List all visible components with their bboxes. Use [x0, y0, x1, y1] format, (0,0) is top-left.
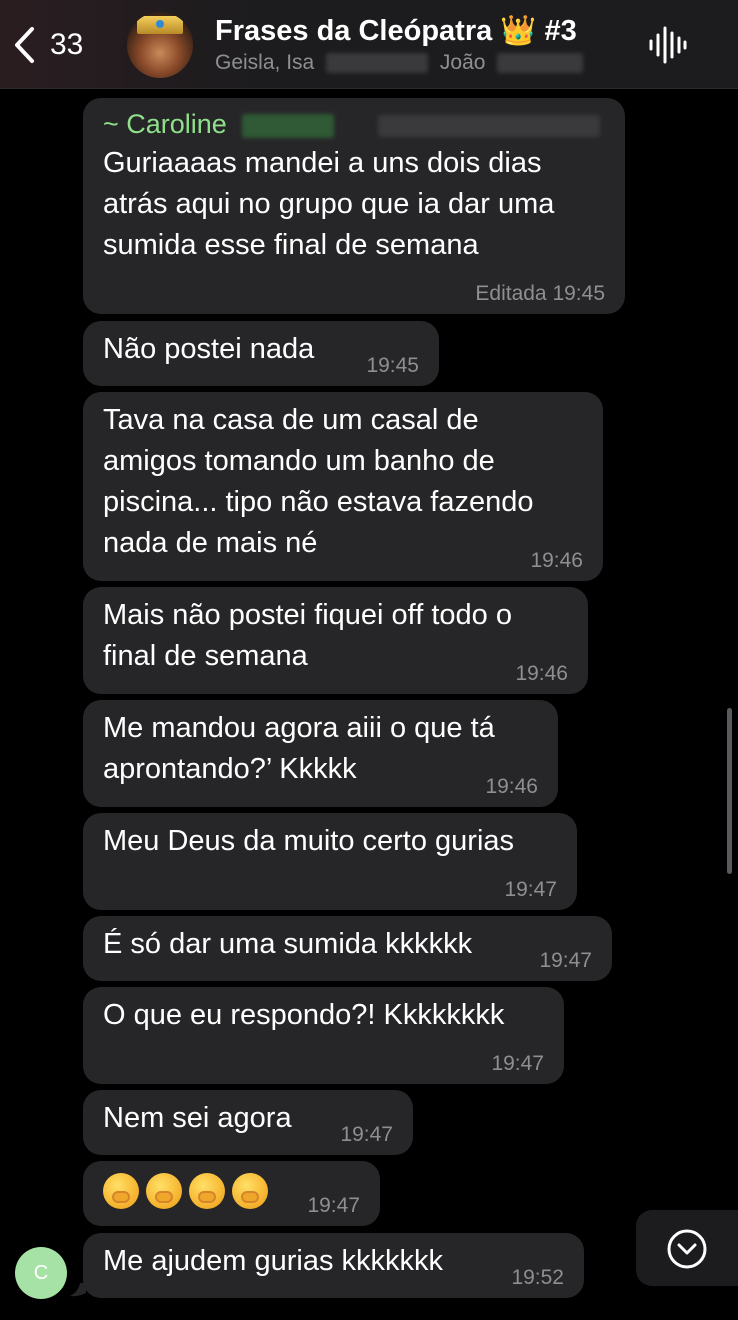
- message-bubble[interactable]: ~ Caroline Guriaaaas mandei a uns dois d…: [83, 98, 625, 314]
- message-text: Tava na casa de um casal de amigos toman…: [103, 404, 534, 559]
- message-time: 19:46: [530, 549, 583, 572]
- redacted-name: [497, 53, 584, 74]
- message-bubble[interactable]: O que eu respondo?! Kkkkkkkk 19:47: [83, 987, 564, 1084]
- message-text: Guriaaaas mandei a uns dois dias atrás a…: [103, 147, 555, 261]
- message-time: 19:47: [491, 1052, 544, 1075]
- message-text: Me mandou agora aiii o que tá aprontando…: [103, 712, 495, 785]
- chevron-left-icon: [12, 25, 36, 65]
- member-name: João: [439, 51, 486, 74]
- chat-header: 33 Frases da Cleópatra 👑 #3 Geisla, Isa …: [0, 0, 738, 89]
- bubble-tail: [70, 1283, 86, 1297]
- waveform-icon: [648, 26, 688, 70]
- message-bubble[interactable]: Mais não postei fiquei off todo o final …: [83, 587, 588, 694]
- message-bubble[interactable]: Meu Deus da muito certo gurias 19:47: [83, 813, 577, 910]
- hand-over-mouth-face-icon: [146, 1173, 182, 1209]
- voice-chat-button[interactable]: [648, 24, 688, 66]
- hand-over-mouth-face-icon: [189, 1173, 225, 1209]
- gem-shape: [156, 20, 164, 28]
- scroll-to-bottom-button[interactable]: [636, 1210, 738, 1286]
- scrollbar[interactable]: [727, 708, 732, 874]
- message-text: Meu Deus da muito certo gurias: [103, 825, 515, 857]
- message-time: 19:47: [340, 1123, 393, 1146]
- message-text: Nem sei agora: [103, 1102, 292, 1134]
- message-time: 19:47: [307, 1194, 360, 1217]
- message-time: 19:45: [366, 354, 419, 377]
- message-time: 19:46: [485, 775, 538, 798]
- group-title[interactable]: Frases da Cleópatra 👑 #3: [215, 14, 577, 48]
- message-text: O que eu respondo?! Kkkkkkkk: [103, 999, 505, 1031]
- back-button[interactable]: 33: [12, 20, 83, 70]
- redacted-name: [326, 53, 429, 74]
- message-time: 19:47: [539, 949, 592, 972]
- message-time: 19:46: [515, 662, 568, 685]
- message-time: 19:47: [504, 878, 557, 901]
- message-text: Mais não postei fiquei off todo o final …: [103, 599, 512, 672]
- redacted-surname: [242, 113, 335, 138]
- message-bubble[interactable]: É só dar uma sumida kkkkkk 19:47: [83, 916, 612, 981]
- message-time: 19:52: [511, 1266, 564, 1289]
- emoji-row: [103, 1173, 268, 1209]
- message-bubble[interactable]: Tava na casa de um casal de amigos toman…: [83, 392, 603, 581]
- message-text: Não postei nada: [103, 333, 315, 365]
- message-time: Editada 19:45: [475, 282, 605, 305]
- sender-name[interactable]: ~ Caroline: [103, 108, 600, 140]
- chat-screen: 33 Frases da Cleópatra 👑 #3 Geisla, Isa …: [0, 0, 738, 1320]
- face-with-hands-over-eyes-icon: [103, 1173, 139, 1209]
- redacted-phone: [377, 114, 600, 137]
- message-bubble[interactable]: Me ajudem gurias kkkkkkk 19:52: [83, 1233, 584, 1298]
- message-bubble[interactable]: Nem sei agora 19:47: [83, 1090, 413, 1155]
- group-avatar[interactable]: [127, 12, 193, 78]
- message-text: É só dar uma sumida kkkkkk: [103, 928, 473, 960]
- message-text: Me ajudem gurias kkkkkkk: [103, 1245, 444, 1277]
- unread-count: 33: [50, 28, 84, 61]
- hand-over-mouth-face-icon: [232, 1173, 268, 1209]
- message-bubble[interactable]: Não postei nada 19:45: [83, 321, 439, 386]
- member-names: Geisla, Isa: [215, 51, 315, 74]
- message-bubble[interactable]: 19:47: [83, 1161, 380, 1226]
- message-bubble[interactable]: Me mandou agora aiii o que tá aprontando…: [83, 700, 558, 807]
- group-members[interactable]: Geisla, Isa João: [215, 51, 584, 75]
- sender-avatar[interactable]: C: [15, 1247, 67, 1299]
